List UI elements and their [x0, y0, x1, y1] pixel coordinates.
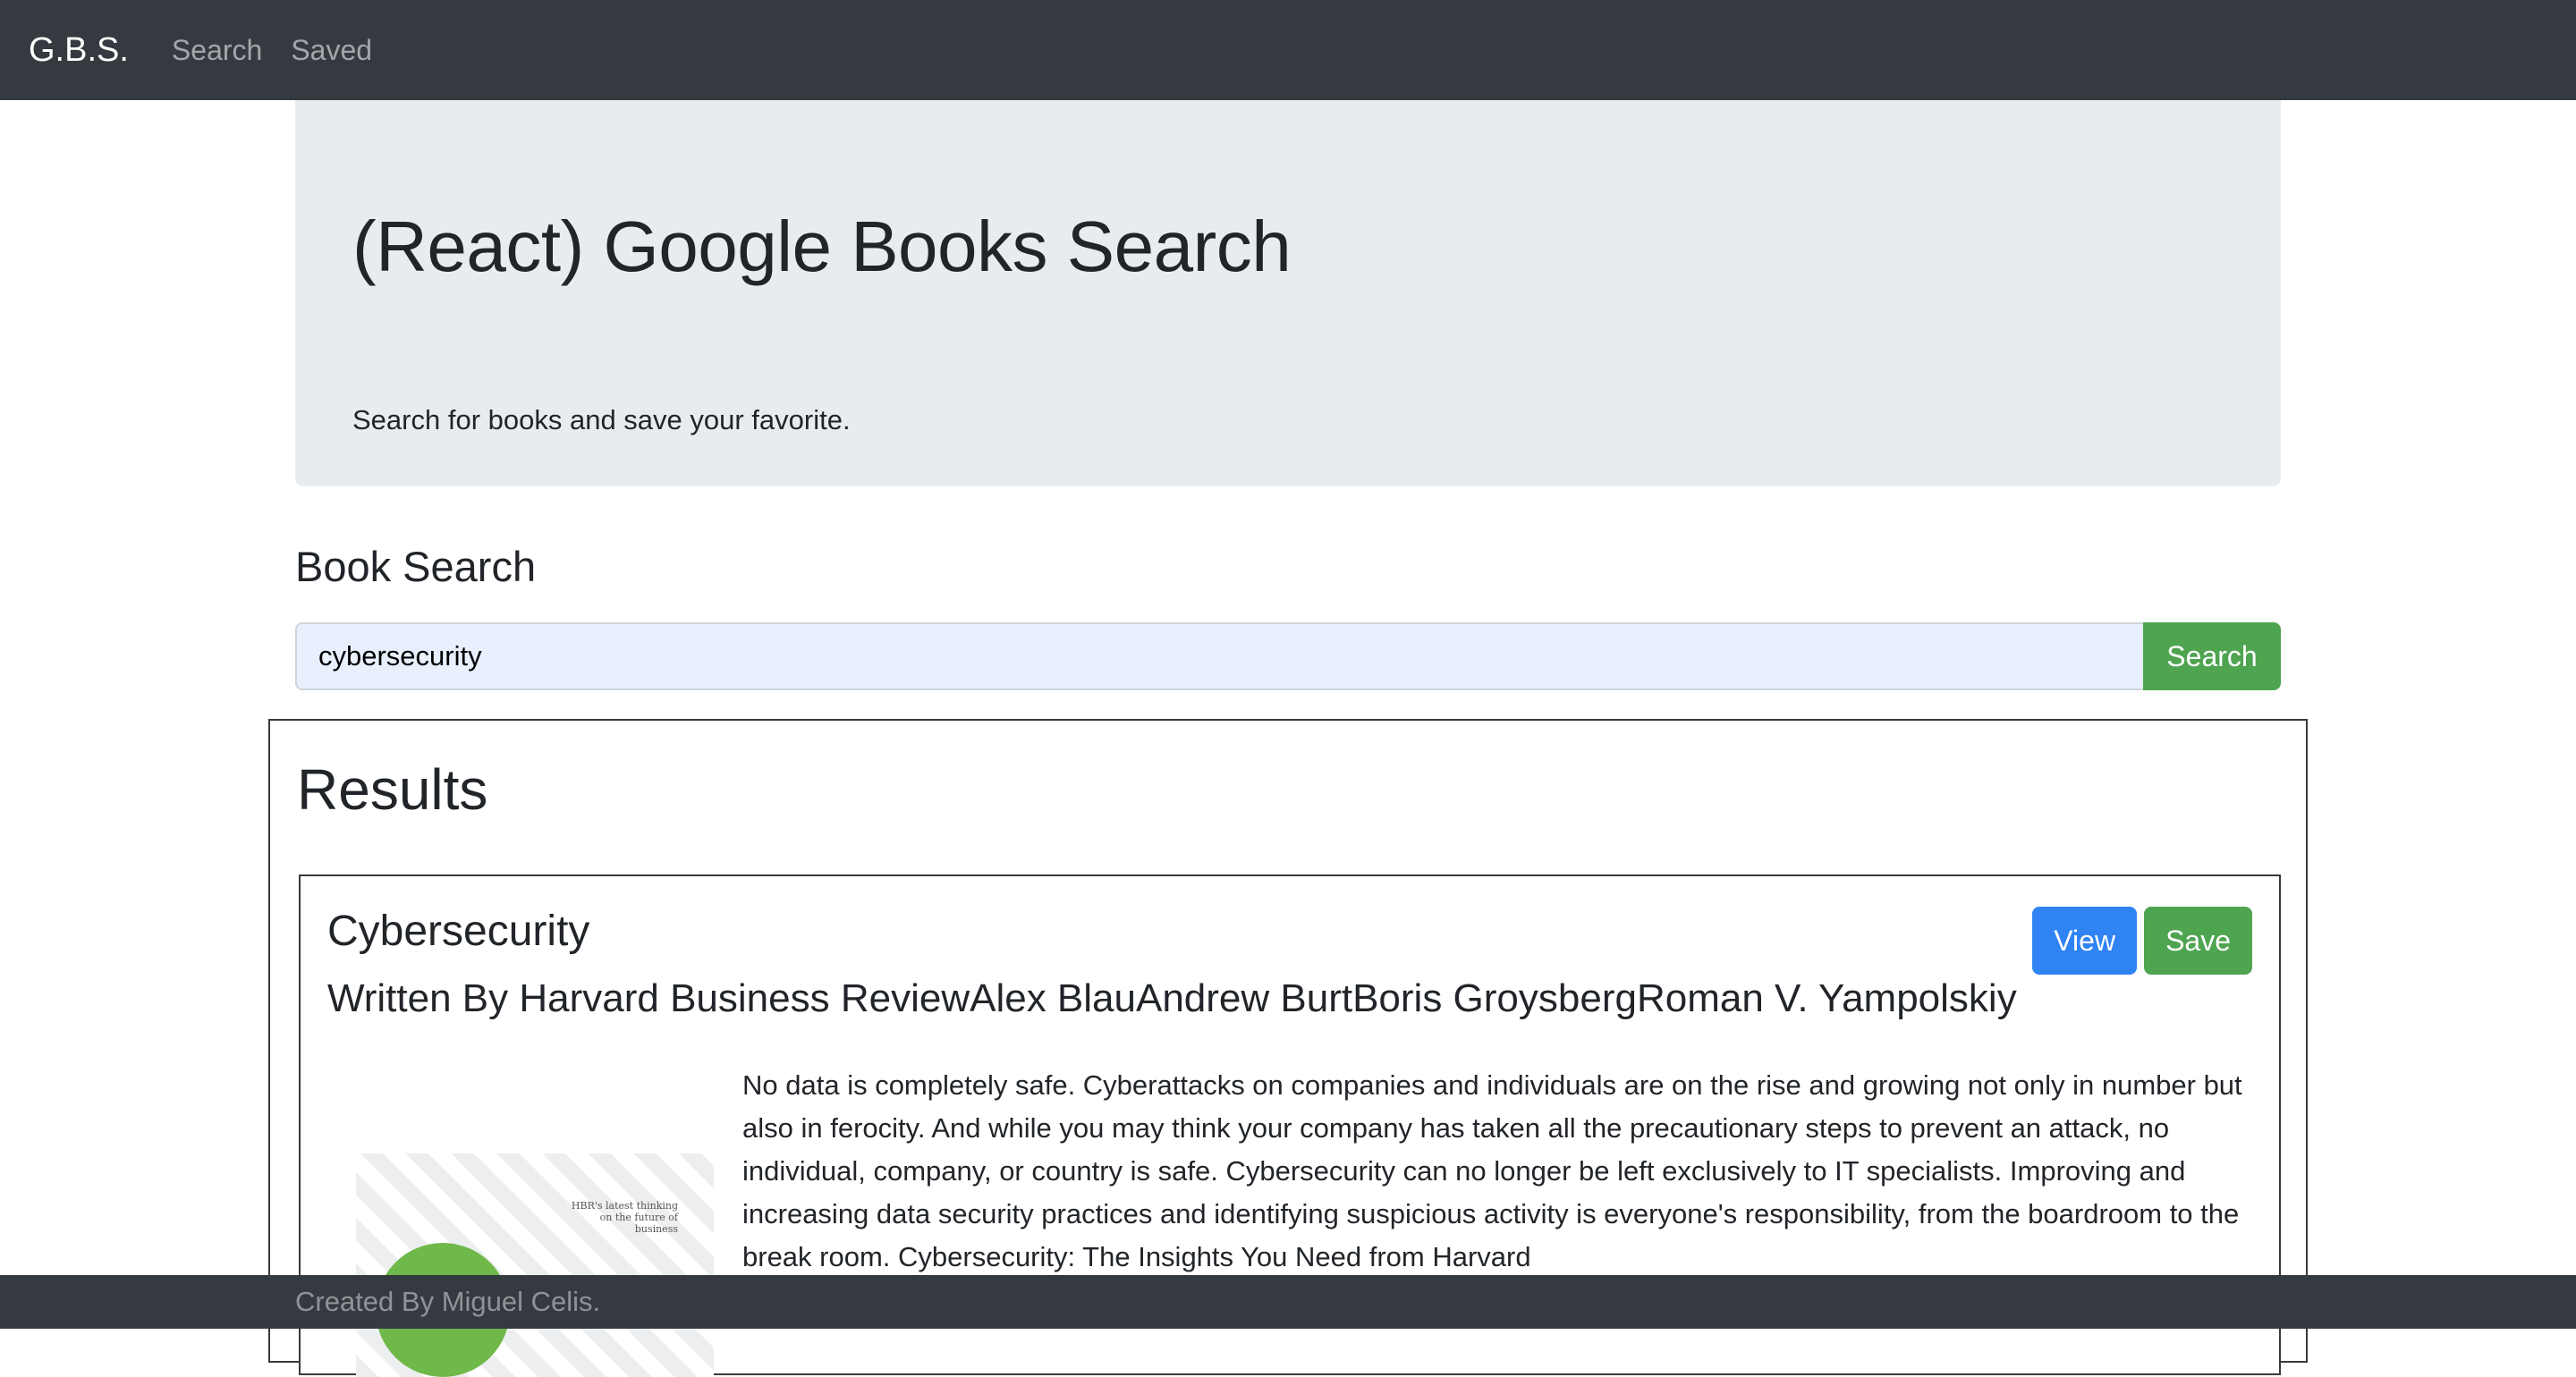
- book-cover-image: HBR's latest thinking on the future of b…: [356, 1153, 714, 1377]
- save-button[interactable]: Save: [2144, 907, 2252, 975]
- page-footer: Created By Miguel Celis.: [0, 1275, 2576, 1329]
- book-title: Cybersecurity: [327, 908, 590, 955]
- book-description: No data is completely safe. Cyberattacks…: [742, 1069, 2242, 1272]
- page-title: (React) Google Books Search: [352, 207, 1292, 286]
- results-panel: Results Cybersecurity Written By Harvard…: [268, 719, 2308, 1377]
- book-search-heading: Book Search: [295, 543, 537, 590]
- search-input[interactable]: [295, 622, 2143, 690]
- search-button[interactable]: Search: [2143, 622, 2281, 690]
- page-subtitle: Search for books and save your favorite.: [352, 404, 851, 435]
- brand-link[interactable]: G.B.S.: [29, 31, 129, 70]
- card-actions: View Save: [2032, 907, 2252, 975]
- hero-jumbotron: (React) Google Books Search Search for b…: [295, 100, 2281, 486]
- nav-link-search[interactable]: Search: [172, 34, 262, 67]
- top-navbar: G.B.S. Search Saved: [0, 0, 2576, 100]
- view-button[interactable]: View: [2032, 907, 2138, 975]
- nav-link-saved[interactable]: Saved: [291, 34, 372, 67]
- search-form: Search: [295, 622, 2281, 690]
- results-heading: Results: [297, 757, 488, 822]
- book-authors: Written By Harvard Business ReviewAlex B…: [327, 976, 2017, 1020]
- cover-tagline: HBR's latest thinking on the future of b…: [571, 1200, 678, 1236]
- footer-credit: Created By Miguel Celis.: [295, 1286, 601, 1317]
